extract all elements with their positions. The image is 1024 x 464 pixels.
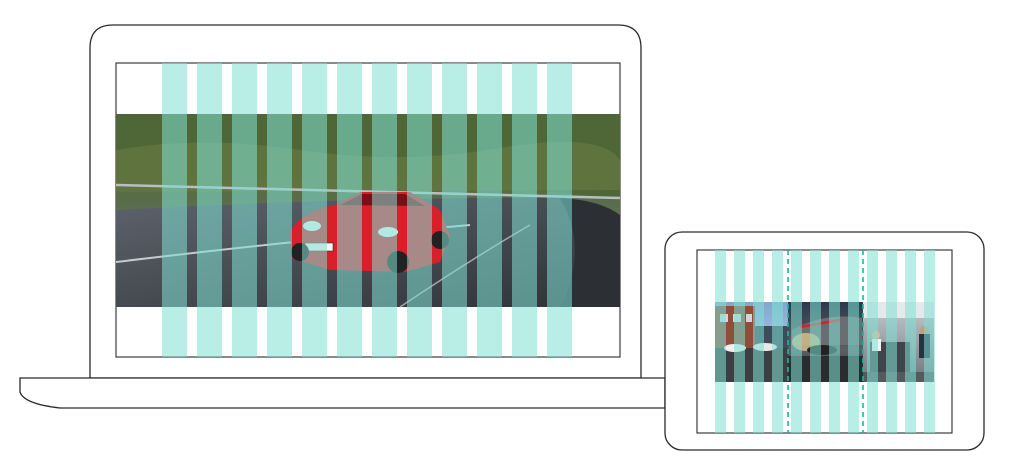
grid-column bbox=[791, 250, 802, 433]
grid-column bbox=[477, 63, 502, 357]
laptop-device bbox=[19, 24, 666, 409]
grid-column bbox=[772, 250, 783, 433]
grid-column bbox=[810, 250, 821, 433]
grid-column bbox=[337, 63, 362, 357]
grid-column bbox=[197, 63, 222, 357]
grid-column bbox=[302, 63, 327, 357]
grid-column bbox=[232, 63, 257, 357]
grid-column bbox=[829, 250, 840, 433]
grid-column bbox=[753, 250, 764, 433]
tablet-device bbox=[664, 231, 985, 451]
grid-column bbox=[715, 250, 726, 433]
grid-column bbox=[407, 63, 432, 357]
grid-column bbox=[886, 250, 897, 433]
grid-column bbox=[547, 63, 572, 357]
grid-column bbox=[512, 63, 537, 357]
grid-column bbox=[905, 250, 916, 433]
grid-column bbox=[162, 63, 187, 357]
grid-column bbox=[924, 250, 935, 433]
grid-column bbox=[372, 63, 397, 357]
responsive-grid-illustration bbox=[19, 24, 985, 451]
grid-column bbox=[267, 63, 292, 357]
grid-column bbox=[848, 250, 859, 433]
hero-image bbox=[115, 114, 621, 308]
laptop-base bbox=[19, 377, 666, 409]
grid-column bbox=[867, 250, 878, 433]
grid-column bbox=[734, 250, 745, 433]
grid-column bbox=[442, 63, 467, 357]
